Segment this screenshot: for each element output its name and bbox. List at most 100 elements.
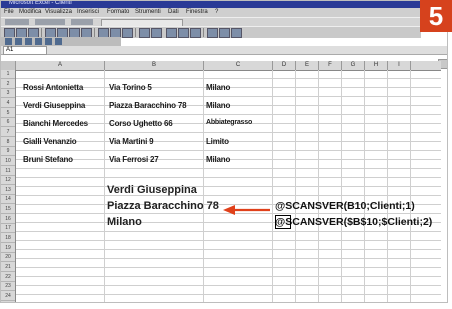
cell-name[interactable]: Verdi Giuseppina [23,101,85,110]
row-number[interactable]: 20 [1,253,15,263]
column-a[interactable]: A [16,61,105,70]
cell-city[interactable]: Abbiategrasso [206,119,252,126]
row-number[interactable]: 3 [1,89,15,99]
name-box[interactable]: A1 [3,46,47,55]
formula-text-2[interactable]: @SCANSVER($B$10;$Clienti;2) [275,216,432,228]
row-number[interactable]: 7 [1,128,15,137]
toolbar-separator [41,28,42,37]
tool-icon[interactable] [55,38,62,45]
column-b[interactable]: B [105,61,204,70]
row-number[interactable]: 9 [1,147,15,157]
row-number[interactable]: 15 [1,205,15,215]
column-f[interactable]: F [319,61,342,70]
cell-city[interactable]: Milano [206,83,230,92]
result-name[interactable]: Verdi Giuseppina [107,184,197,196]
menu-data[interactable]: Dati [168,9,179,15]
menu-format[interactable]: Formato [107,9,129,15]
row-number[interactable]: 18 [1,234,15,244]
sort-icon[interactable] [231,28,242,38]
gridline [272,70,273,302]
cell-address[interactable]: Via Ferrosi 27 [109,155,159,164]
column-h[interactable]: H [365,61,388,70]
row-number[interactable]: 2 [1,80,15,89]
drawing-icon[interactable] [219,28,230,38]
column-g[interactable]: G [342,61,365,70]
cell-name[interactable]: Bianchi Mercedes [23,119,88,128]
row-header: 1 2 3 4 5 6 7 8 9 10 11 12 13 14 15 16 17 18 19 20 21 22 23 24 [1,70,16,302]
cell-address[interactable]: Via Torino 5 [109,83,152,92]
row-number[interactable]: 16 [1,215,15,224]
gridline [295,70,296,302]
title-bar: Microsoft Excel - Clienti [1,1,421,8]
row-number[interactable]: 22 [1,273,15,282]
step-number-badge: 5 [420,0,452,32]
extra-toolbar [1,37,121,46]
column-e[interactable]: E [296,61,319,70]
row-number[interactable]: 11 [1,167,15,176]
select-all-button[interactable] [1,61,16,70]
cell-city[interactable]: Limito [206,137,229,146]
result-address[interactable]: Piazza Baracchino 78 [107,200,219,212]
column-i[interactable]: I [388,61,411,70]
tool-icon[interactable] [5,38,12,45]
gridline [203,70,204,302]
gridline [318,70,319,302]
menu-tools[interactable]: Strumenti [135,9,161,15]
comma-icon[interactable] [122,28,133,38]
tool-icon[interactable] [15,38,22,45]
cell-city[interactable]: Milano [206,101,230,110]
column-d[interactable]: D [273,61,296,70]
menu-file[interactable]: File [4,9,14,15]
row-number[interactable]: 1 [1,70,15,79]
tool-icon[interactable] [45,38,52,45]
row-number[interactable]: 13 [1,186,15,195]
fill-color-icon[interactable] [178,28,189,38]
borders-icon[interactable] [166,28,177,38]
toolbar-separator [203,28,204,37]
gridline [364,70,365,302]
row-number[interactable]: 23 [1,282,15,292]
gridline [341,70,342,302]
increase-decimal-icon[interactable] [139,28,150,38]
cell-address[interactable]: Piazza Baracchino 78 [109,101,187,110]
toolbar-group-3[interactable] [71,19,93,25]
menu-view[interactable]: Visualizza [45,9,72,15]
arrow-left-icon [223,205,270,215]
toolbar-group-2[interactable] [35,19,65,25]
formula-bar: A1 [1,46,447,55]
row-number[interactable]: 6 [1,118,15,128]
cell-address[interactable]: Corso Ughetto 66 [109,119,173,128]
cell-city[interactable]: Milano [206,155,230,164]
tool-icon[interactable] [25,38,32,45]
row-number[interactable]: 19 [1,244,15,253]
toolbar-separator [94,28,95,37]
column-c[interactable]: C [204,61,273,70]
row-number[interactable]: 10 [1,157,15,166]
gridline [410,70,411,302]
gridline [104,70,105,302]
formula-text-1[interactable]: @SCANSVER(B10;Clienti;1) [275,200,415,212]
row-number[interactable]: 8 [1,138,15,147]
row-number[interactable]: 14 [1,195,15,205]
row-number[interactable]: 24 [1,292,15,301]
active-cell-cursor[interactable] [275,215,291,229]
menu-edit[interactable]: Modifica [19,9,41,15]
cell-address[interactable]: Via Martini 9 [109,137,154,146]
row-number[interactable]: 5 [1,109,15,118]
row-number[interactable]: 17 [1,224,15,234]
row-number[interactable]: 12 [1,176,15,186]
result-city[interactable]: Milano [107,216,142,228]
chart-wizard-icon[interactable] [207,28,218,38]
tool-icon[interactable] [35,38,42,45]
cell-name[interactable]: Rossi Antonietta [23,83,83,92]
row-number[interactable]: 21 [1,263,15,272]
toolbar-group-1[interactable] [5,19,29,25]
row-number[interactable]: 4 [1,99,15,108]
font-color-icon[interactable] [190,28,201,38]
cell-name[interactable]: Gialli Venanzio [23,137,77,146]
menu-help[interactable]: ? [215,9,218,15]
menu-insert[interactable]: Inserisci [77,9,99,15]
menu-window[interactable]: Finestra [186,9,208,15]
decrease-decimal-icon[interactable] [151,28,162,38]
cell-name[interactable]: Bruni Stefano [23,155,73,164]
